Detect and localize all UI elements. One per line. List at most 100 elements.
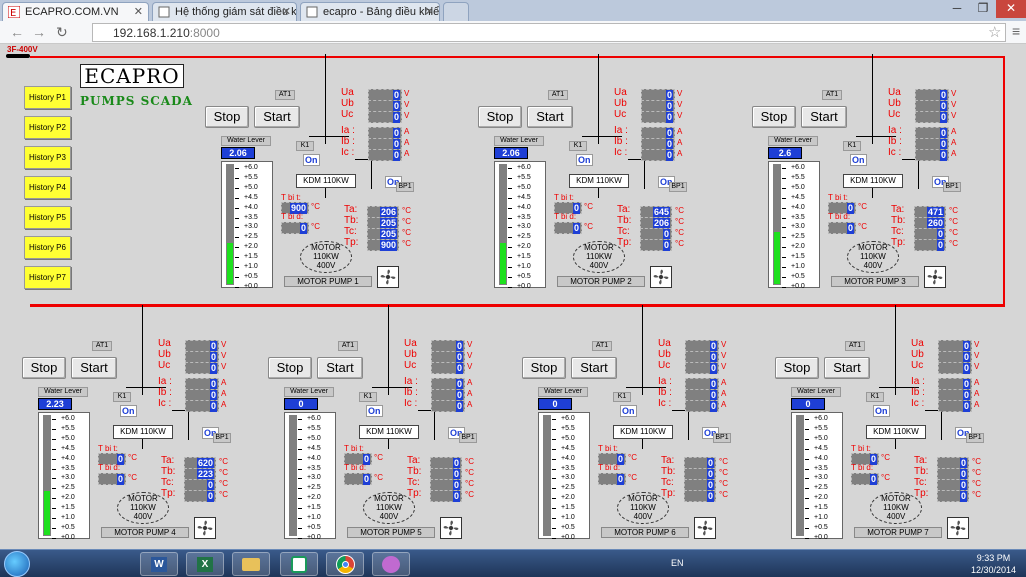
- motor-symbol: MOTOR 110KW 400V: [573, 241, 625, 273]
- menu-icon[interactable]: ≡: [1012, 23, 1020, 39]
- start-button[interactable]: [4, 551, 30, 577]
- fan-icon[interactable]: [650, 266, 672, 288]
- minimize-icon[interactable]: ─: [944, 0, 970, 18]
- tp-value-box: 900: [367, 239, 399, 251]
- window-close-icon[interactable]: ✕: [996, 0, 1026, 18]
- gauge-tick-mark: [52, 518, 56, 519]
- tab-ecapro[interactable]: E ECAPRO.COM.VN ✕: [2, 2, 149, 21]
- clock[interactable]: 9:33 PM 12/30/2014: [971, 552, 1016, 576]
- forward-icon[interactable]: →: [32, 24, 46, 40]
- stop-button[interactable]: Stop: [268, 357, 312, 379]
- gauge-tick-label: +2.5: [244, 233, 258, 241]
- gauge-tick-label: +1.5: [307, 504, 321, 512]
- tb-label: Tb:: [161, 466, 176, 477]
- gauge-fill: [227, 243, 233, 284]
- ta-label: Ta:: [344, 204, 358, 215]
- motor-spec: 110KW: [130, 503, 156, 512]
- ib-label: Ib :: [888, 136, 902, 147]
- tab-monitoring[interactable]: Hệ thống giám sát điều kh ✕: [152, 2, 297, 21]
- fan-icon[interactable]: [924, 266, 946, 288]
- fan-icon[interactable]: [947, 517, 969, 539]
- gauge-tick-label: +5.5: [61, 424, 75, 432]
- reload-icon[interactable]: ↻: [56, 24, 68, 41]
- uc-unit: V: [404, 111, 410, 120]
- gauge-tick-label: +2.0: [517, 243, 531, 251]
- start-button[interactable]: Start: [254, 106, 300, 128]
- ub-unit: V: [951, 100, 957, 109]
- close-tab-icon[interactable]: ✕: [134, 5, 143, 18]
- history-p3-button[interactable]: History P3: [24, 146, 71, 169]
- maximize-icon[interactable]: ❐: [970, 0, 996, 18]
- fan-icon[interactable]: [194, 517, 216, 539]
- excel-icon[interactable]: X: [186, 552, 224, 576]
- motor-spec: MOTOR: [628, 494, 658, 503]
- fan-icon[interactable]: [440, 517, 462, 539]
- gauge-tick-mark: [552, 478, 556, 480]
- explorer-icon[interactable]: [44, 552, 82, 576]
- uc-value: 0: [665, 112, 673, 123]
- uc-label: Uc: [911, 360, 924, 371]
- tbid-unit: °C: [311, 222, 320, 231]
- stop-button[interactable]: Stop: [752, 106, 796, 128]
- language-indicator[interactable]: EN: [671, 558, 684, 568]
- gauge-tick-label: +1.0: [791, 263, 805, 270]
- history-p2-button[interactable]: History P2: [24, 116, 71, 139]
- history-p7-button[interactable]: History P7: [24, 266, 71, 289]
- gauge-tick-mark: [552, 428, 556, 430]
- stop-button[interactable]: Stop: [478, 106, 522, 128]
- history-p6-button[interactable]: History P6: [24, 236, 71, 259]
- app-icon[interactable]: [96, 552, 134, 576]
- tc-label: Tc:: [161, 477, 174, 488]
- ua-label: Ua: [658, 338, 671, 349]
- gauge-tick-label: +1.5: [244, 253, 258, 261]
- chrome-icon[interactable]: [326, 552, 364, 576]
- new-tab-button[interactable]: [443, 2, 469, 21]
- start-button[interactable]: Start: [317, 357, 363, 379]
- tp-value-box: 0: [684, 490, 716, 502]
- fan-icon[interactable]: [377, 266, 399, 288]
- tbid-label: T bi d:: [851, 463, 874, 472]
- scada-subtitle: PUMPS SCADA: [80, 94, 193, 108]
- gauge-tick-mark: [782, 168, 786, 169]
- bp1-label: BP1: [669, 182, 687, 192]
- fan-icon[interactable]: [694, 517, 716, 539]
- start-button[interactable]: Start: [71, 357, 117, 379]
- word-icon[interactable]: W: [140, 552, 178, 576]
- network-icon[interactable]: [280, 552, 318, 576]
- gauge-tick-mark: [235, 237, 239, 239]
- stop-button[interactable]: Stop: [522, 357, 566, 379]
- tab-dashboard[interactable]: ecapro - Bảng điều khiển ✕: [300, 2, 440, 21]
- k1-status: On: [366, 405, 383, 417]
- start-button[interactable]: Start: [824, 357, 870, 379]
- stop-button[interactable]: Stop: [22, 357, 66, 379]
- ib-unit: A: [467, 389, 473, 398]
- gauge-tick-label: +3.5: [61, 464, 75, 472]
- start-button[interactable]: Start: [571, 357, 617, 379]
- start-button[interactable]: Start: [801, 106, 847, 128]
- ub-unit: V: [221, 351, 227, 360]
- history-p1-button[interactable]: History P1: [24, 86, 71, 109]
- close-tab-icon[interactable]: ✕: [282, 5, 291, 18]
- back-icon[interactable]: ←: [10, 24, 24, 40]
- stop-button[interactable]: Stop: [205, 106, 249, 128]
- start-button[interactable]: Start: [527, 106, 573, 128]
- ib-label: Ib :: [658, 387, 672, 398]
- ua-unit: V: [721, 340, 727, 349]
- gauge-tick-mark: [805, 468, 809, 470]
- gauge-tick-mark: [805, 498, 809, 500]
- history-p4-button[interactable]: History P4: [24, 176, 71, 199]
- tbit-unit: °C: [311, 202, 320, 211]
- files-icon[interactable]: [232, 552, 270, 576]
- url-input[interactable]: 192.168.1.210:8000: [92, 23, 1006, 42]
- bus-indicator: [6, 54, 30, 58]
- close-tab-icon[interactable]: ✕: [425, 5, 434, 18]
- bookmark-star-icon[interactable]: ☆: [988, 23, 1001, 41]
- ia-unit: A: [404, 127, 410, 136]
- page-favicon-icon: [158, 6, 170, 18]
- history-p5-button[interactable]: History P5: [24, 206, 71, 229]
- paint-icon[interactable]: [372, 552, 410, 576]
- water-level-value: 2.6: [768, 147, 802, 159]
- stop-button[interactable]: Stop: [775, 357, 819, 379]
- at1-label: AT1: [275, 90, 295, 100]
- pump-unit-7: Stop Start AT1 K1 On On BP1 Water Lever 0 +6.0 +5.…: [775, 305, 985, 547]
